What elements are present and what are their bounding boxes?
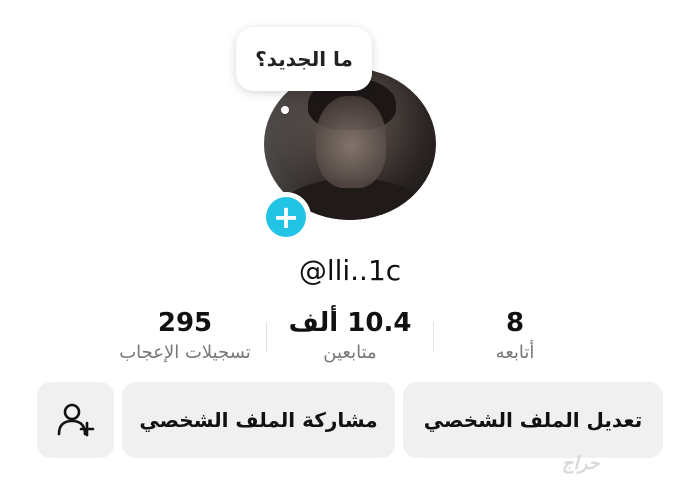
add-user-icon bbox=[57, 403, 94, 437]
watermark: حراج bbox=[562, 453, 600, 474]
share-profile-button[interactable]: مشاركة الملف الشخصي bbox=[122, 382, 395, 458]
username: @lli..1c bbox=[298, 254, 402, 287]
bubble-tail bbox=[281, 106, 289, 114]
followers-label: متابعين bbox=[323, 342, 377, 363]
edit-profile-button[interactable]: تعديل الملف الشخصي bbox=[403, 382, 663, 458]
whats-new-bubble[interactable]: ما الجديد؟ bbox=[236, 27, 372, 91]
add-story-button[interactable]: + bbox=[261, 192, 311, 242]
stat-likes[interactable]: 295 تسجيلات الإعجاب bbox=[100, 308, 270, 363]
share-profile-label: مشاركة الملف الشخصي bbox=[139, 408, 378, 432]
followers-count: 10.4 ألف bbox=[288, 308, 412, 338]
whats-new-text: ما الجديد؟ bbox=[255, 47, 353, 71]
likes-label: تسجيلات الإعجاب bbox=[119, 342, 251, 363]
stat-following[interactable]: 8 أتابعه bbox=[465, 308, 565, 363]
plus-icon: + bbox=[266, 197, 306, 237]
likes-count: 295 bbox=[157, 308, 213, 338]
following-count: 8 bbox=[505, 308, 525, 338]
edit-profile-label: تعديل الملف الشخصي bbox=[423, 408, 643, 432]
stat-divider bbox=[433, 322, 434, 352]
stat-followers[interactable]: 10.4 ألف متابعين bbox=[280, 308, 420, 363]
following-label: أتابعه bbox=[495, 342, 535, 363]
add-friend-button[interactable] bbox=[37, 382, 114, 458]
